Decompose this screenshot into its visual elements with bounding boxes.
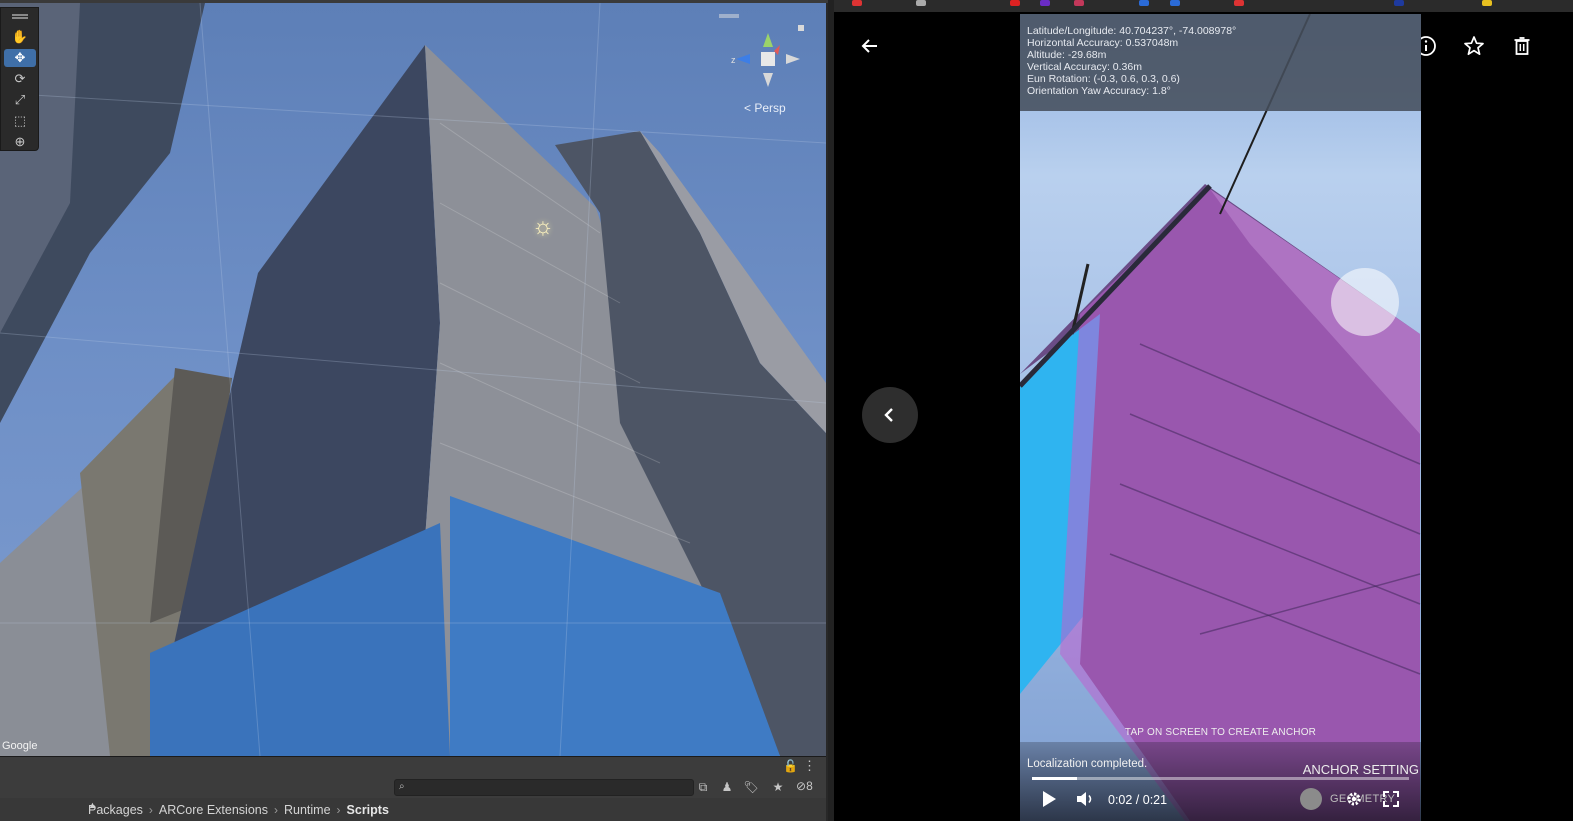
vertical-accuracy-text: Vertical Accuracy: 0.36m: [1027, 61, 1142, 73]
video-player[interactable]: Latitude/Longitude: 40.704237°, -74.0089…: [1020, 14, 1421, 821]
scene-view[interactable]: ☼ ✋ ✥ ⟳ ⤢ ⬚ ⊕ z < Persp Google: [0, 3, 826, 756]
more-options-icon[interactable]: ⋮: [803, 758, 816, 774]
arrow-left-icon: [861, 39, 877, 53]
trash-icon: [1514, 37, 1530, 55]
bookmark-icon[interactable]: [1394, 0, 1404, 6]
bookmark-icon[interactable]: [916, 0, 926, 6]
svg-text:z: z: [731, 55, 736, 65]
altitude-text: Altitude: -29.68m: [1027, 49, 1107, 61]
bookmarks-bar: [834, 0, 1573, 12]
scroll-up-icon[interactable]: ▲: [88, 800, 97, 810]
geometry-toggle[interactable]: [1300, 788, 1322, 810]
scene-buildings: [0, 3, 826, 756]
tag-icon[interactable]: 🏷: [741, 779, 761, 795]
bookmark-icon[interactable]: [1010, 0, 1020, 6]
favorite-button[interactable]: [1460, 32, 1488, 60]
search-by-label-icon[interactable]: ♟: [717, 779, 737, 795]
search-by-type-icon[interactable]: ⧉: [693, 779, 713, 795]
anchor-setting-button[interactable]: ANCHOR SETTING: [1303, 762, 1419, 777]
volume-icon[interactable]: [1075, 790, 1095, 808]
tool-palette-handle[interactable]: [12, 14, 28, 16]
eun-rotation-text: Eun Rotation: (-0.3, 0.6, 0.3, 0.6): [1027, 73, 1180, 85]
project-toolbar: ⌕ ⧉ ♟ 🏷 ★ ⊘8: [0, 776, 826, 798]
settings-gear-icon[interactable]: [1345, 790, 1363, 808]
playback-time: 0:02 / 0:21: [1108, 793, 1168, 807]
chevron-right-icon: ›: [148, 802, 153, 817]
photo-viewer: Latitude/Longitude: 40.704237°, -74.0089…: [834, 0, 1573, 821]
move-tool-icon[interactable]: ✥: [4, 49, 36, 67]
video-frame: [1020, 14, 1421, 821]
directional-light-icon[interactable]: ☼: [532, 213, 554, 241]
projection-label[interactable]: < Persp: [744, 101, 786, 115]
breadcrumb: Packages › ARCore Extensions › Runtime ›…: [0, 798, 826, 821]
hidden-packages-toggle[interactable]: ⊘8: [796, 779, 813, 793]
bookmark-icon[interactable]: [1170, 0, 1180, 6]
hidden-count: 8: [806, 779, 813, 793]
yaw-accuracy-text: Orientation Yaw Accuracy: 1.8°: [1027, 85, 1171, 97]
project-tab-bar: 🔓 ⋮: [0, 756, 826, 776]
breadcrumb-item[interactable]: ARCore Extensions: [159, 803, 268, 817]
video-controls: Localization completed. ANCHOR SETTING 0…: [1020, 742, 1421, 821]
breadcrumb-item-current[interactable]: Scripts: [347, 803, 389, 817]
star-icon: [1464, 36, 1484, 56]
rotate-tool-icon[interactable]: ⟳: [4, 70, 36, 88]
chevron-right-icon: ›: [273, 802, 278, 817]
bookmark-icon[interactable]: [1482, 0, 1492, 6]
bookmark-icon[interactable]: [1234, 0, 1244, 6]
favorite-star-icon[interactable]: ★: [768, 779, 788, 795]
screen: ☼ ✋ ✥ ⟳ ⤢ ⬚ ⊕ z < Persp Google 🔓 ⋮ ⌕ ⧉ ♟…: [0, 0, 1573, 821]
transform-tool-icon[interactable]: ⊕: [4, 133, 36, 151]
fullscreen-icon[interactable]: [1382, 790, 1400, 808]
breadcrumb-item[interactable]: Runtime: [284, 803, 331, 817]
hand-tool-icon[interactable]: ✋: [4, 28, 36, 46]
horizontal-accuracy-text: Horizontal Accuracy: 0.537048m: [1027, 37, 1179, 49]
project-search-field[interactable]: ⌕: [394, 779, 694, 796]
projection-text: Persp: [754, 101, 786, 115]
video-progress-bar[interactable]: [1032, 777, 1409, 780]
scene-overlay-handle[interactable]: [719, 14, 739, 16]
latitude-longitude-text: Latitude/Longitude: 40.704237°, -74.0089…: [1027, 25, 1237, 37]
bookmark-icon[interactable]: [1040, 0, 1050, 6]
google-attribution: Google: [2, 740, 38, 752]
back-button[interactable]: [856, 32, 884, 60]
bookmark-icon[interactable]: [1074, 0, 1084, 6]
orientation-gizmo-icon[interactable]: z: [728, 25, 808, 95]
chevron-right-icon: ›: [336, 802, 341, 817]
unity-editor: ☼ ✋ ✥ ⟳ ⤢ ⬚ ⊕ z < Persp Google 🔓 ⋮ ⌕ ⧉ ♟…: [0, 0, 828, 821]
tap-hint-text: TAP ON SCREEN TO CREATE ANCHOR: [1124, 727, 1317, 738]
video-progress-fill: [1032, 777, 1078, 780]
lock-icon[interactable]: 🔓: [783, 759, 798, 773]
bookmark-icon[interactable]: [1139, 0, 1149, 6]
project-search-input[interactable]: [413, 780, 689, 795]
delete-button[interactable]: [1508, 32, 1536, 60]
geospatial-info-panel: Latitude/Longitude: 40.704237°, -74.0089…: [1020, 14, 1421, 111]
previous-item-button[interactable]: [862, 387, 918, 443]
scale-tool-icon[interactable]: ⤢: [4, 91, 36, 109]
status-toast: Localization completed.: [1027, 758, 1148, 770]
bookmark-icon[interactable]: [852, 0, 862, 6]
tool-palette: ✋ ✥ ⟳ ⤢ ⬚ ⊕: [0, 7, 39, 151]
play-icon[interactable]: [1040, 789, 1058, 809]
search-icon: ⌕: [399, 781, 405, 792]
rect-tool-icon[interactable]: ⬚: [4, 112, 36, 130]
chevron-left-icon: [884, 408, 893, 422]
